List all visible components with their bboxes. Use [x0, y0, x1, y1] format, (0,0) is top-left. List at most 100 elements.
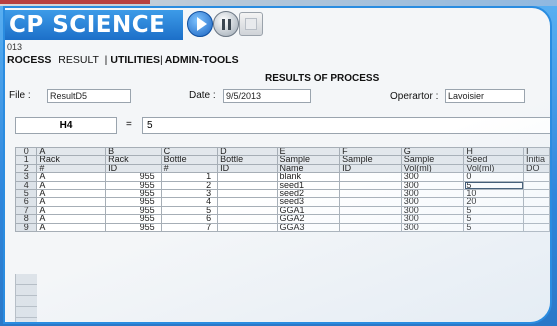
grid-cell[interactable]: GGA3 [276, 222, 341, 233]
grid-cell[interactable]: Rack [105, 155, 162, 165]
grid-cell[interactable]: 5 [463, 180, 525, 191]
grid-cell[interactable] [217, 189, 278, 199]
menu-result[interactable]: RESULT [58, 54, 98, 66]
grid-cell[interactable]: A [36, 180, 107, 191]
grid-cell[interactable] [217, 172, 278, 182]
grid-cell[interactable]: Name [276, 163, 341, 174]
grid-column-header[interactable]: I [523, 146, 550, 157]
grid-cell[interactable]: 300 [400, 180, 465, 191]
grid-cell[interactable]: Bottle [160, 155, 219, 165]
grid-cell[interactable]: 4 [160, 197, 219, 207]
grid-cell[interactable]: 5 [463, 205, 525, 216]
grid-cell[interactable]: Sample [339, 155, 402, 165]
grid-cell[interactable] [339, 214, 402, 224]
grid-cell[interactable]: A [36, 205, 107, 216]
grid-cell[interactable]: 0 [463, 172, 525, 182]
file-field[interactable]: ResultD5 [47, 89, 131, 103]
grid-cell[interactable]: Vol(ml) [463, 163, 525, 174]
grid-cell[interactable]: 300 [400, 189, 465, 199]
date-field[interactable]: 9/5/2013 [223, 89, 311, 103]
grid-column-header[interactable]: C [160, 146, 219, 157]
grid-cell[interactable] [339, 222, 402, 233]
menu-admin-tools[interactable]: ADMIN-TOOLS [165, 54, 239, 66]
grid-cell[interactable]: 6 [160, 214, 219, 224]
grid-row-number[interactable]: 5 [14, 189, 38, 199]
grid-row-number[interactable]: 8 [14, 214, 38, 224]
grid-row-number[interactable]: 6 [14, 197, 38, 207]
stop-button[interactable] [239, 12, 263, 36]
grid-column-header[interactable]: H [463, 146, 525, 157]
grid-cell[interactable] [339, 172, 402, 182]
grid-cell[interactable] [217, 205, 278, 216]
grid-cell[interactable]: A [36, 214, 107, 224]
grid-cell[interactable]: 300 [400, 222, 465, 233]
grid-row-number[interactable]: 3 [14, 172, 38, 182]
play-button[interactable] [187, 11, 213, 37]
grid-cell[interactable] [217, 222, 278, 233]
grid-cell[interactable]: Sample [400, 155, 465, 165]
grid-cell[interactable]: Initia [523, 155, 550, 165]
grid-cell[interactable] [339, 197, 402, 207]
grid-cell[interactable]: Rack [36, 155, 107, 165]
grid-cell[interactable] [217, 197, 278, 207]
grid-cell[interactable]: 5 [463, 222, 525, 233]
grid-cell[interactable] [523, 222, 550, 233]
grid-row-number[interactable]: 9 [14, 222, 38, 233]
grid-cell[interactable]: 300 [400, 205, 465, 216]
grid-cell[interactable]: 955 [105, 180, 162, 191]
grid-column-header[interactable]: B [105, 146, 162, 157]
grid-cell[interactable]: seed2 [276, 189, 341, 199]
grid-cell[interactable]: 300 [400, 197, 465, 207]
grid-column-header[interactable]: E [276, 146, 341, 157]
grid-cell[interactable]: 3 [160, 189, 219, 199]
grid-cell[interactable]: GGA2 [276, 214, 341, 224]
grid-cell[interactable]: # [160, 163, 219, 174]
cell-reference-box[interactable]: H4 [15, 117, 117, 134]
grid-row-number[interactable]: 4 [14, 180, 38, 191]
menu-process[interactable]: ROCESS [7, 54, 51, 66]
grid-cell[interactable]: Vol(ml) [400, 163, 465, 174]
operator-field[interactable]: Lavoisier [445, 89, 525, 103]
grid-row-number[interactable]: 1 [14, 155, 38, 165]
grid-column-header[interactable]: G [400, 146, 465, 157]
grid-row-number[interactable]: 7 [14, 205, 38, 216]
grid-cell[interactable] [523, 205, 550, 216]
grid-cell[interactable] [217, 180, 278, 191]
grid-cell[interactable]: 955 [105, 222, 162, 233]
grid-corner-cell[interactable]: 0 [14, 146, 38, 157]
grid-column-header[interactable]: F [339, 146, 402, 157]
menu-utilities[interactable]: UTILITIES [110, 54, 160, 66]
grid-cell[interactable]: 300 [400, 214, 465, 224]
grid-column-header[interactable]: A [36, 146, 107, 157]
grid-cell[interactable]: ID [217, 163, 278, 174]
grid-cell[interactable]: 5 [160, 205, 219, 216]
formula-input[interactable]: 5 [142, 117, 550, 134]
grid-cell[interactable] [523, 180, 550, 191]
grid-row-number[interactable]: 2 [14, 163, 38, 174]
grid-cell[interactable]: ID [105, 163, 162, 174]
grid-cell[interactable]: 7 [160, 222, 219, 233]
grid-cell[interactable]: 10 [463, 189, 525, 199]
grid-cell[interactable]: blank [276, 172, 341, 182]
grid-cell[interactable]: seed1 [276, 180, 341, 191]
grid-cell[interactable]: 955 [105, 172, 162, 182]
grid-column-header[interactable]: D [217, 146, 278, 157]
pause-button[interactable] [213, 11, 239, 37]
grid-cell[interactable]: 2 [160, 180, 219, 191]
grid-cell[interactable]: Seed [463, 155, 525, 165]
grid-cell[interactable]: ID [339, 163, 402, 174]
grid-cell[interactable]: 955 [105, 205, 162, 216]
grid-cell[interactable]: 955 [105, 197, 162, 207]
grid-cell[interactable]: Sample [276, 155, 341, 165]
grid-cell[interactable] [523, 197, 550, 207]
grid-cell[interactable]: GGA1 [276, 205, 341, 216]
grid-cell[interactable]: seed3 [276, 197, 341, 207]
grid-cell[interactable] [523, 189, 550, 199]
grid-cell[interactable]: DO [523, 163, 550, 174]
grid-cell[interactable]: Bottle [217, 155, 278, 165]
grid-cell[interactable]: A [36, 189, 107, 199]
grid-cell[interactable] [339, 189, 402, 199]
grid-cell[interactable]: 955 [105, 189, 162, 199]
grid-cell[interactable]: A [36, 222, 107, 233]
grid-cell[interactable] [523, 172, 550, 182]
